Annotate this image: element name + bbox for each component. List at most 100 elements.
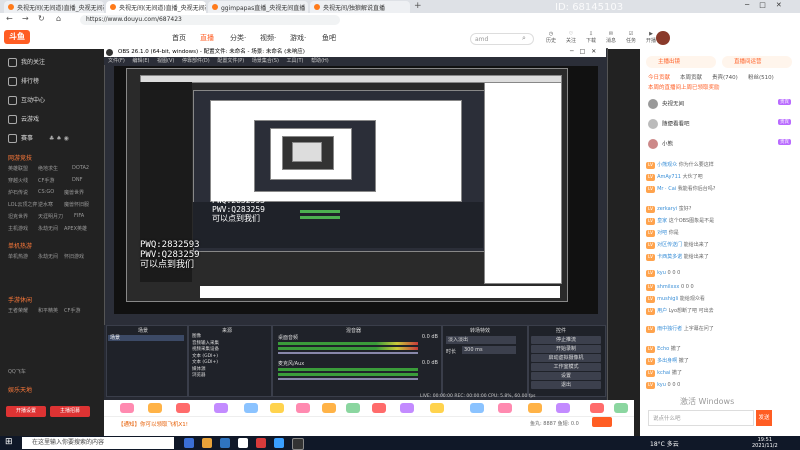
sidebar-game[interactable]: 绝地求生 xyxy=(38,165,58,172)
chat-user[interactable]: 雨中独行者 xyxy=(657,326,682,332)
tab-vip[interactable]: 贵宾(740) xyxy=(712,73,738,81)
tab-today-contrib[interactable]: 今日贡献 xyxy=(648,73,670,81)
store-icon[interactable] xyxy=(238,438,248,448)
sidebar-item-rank[interactable]: 排行榜 xyxy=(8,76,39,86)
sidebar-game[interactable]: FIFA xyxy=(74,213,84,219)
gift-icon[interactable] xyxy=(270,403,284,413)
rank-row[interactable]: 本周的直播间上周已领取奖励 xyxy=(648,83,793,99)
gift-icon[interactable] xyxy=(372,403,386,413)
sidebar-game[interactable]: 永劫无间 xyxy=(38,225,58,232)
chat-user[interactable]: zerkaryi xyxy=(657,206,677,212)
file-explorer-icon[interactable] xyxy=(202,438,212,448)
scene-item[interactable]: 场景 xyxy=(108,335,184,341)
broadcast-settings-button[interactable]: 开播设置 xyxy=(6,406,46,417)
gift-icon[interactable] xyxy=(556,403,570,413)
nav-live[interactable]: 直播 xyxy=(200,33,214,43)
volume-slider[interactable] xyxy=(278,352,418,354)
edge-icon[interactable] xyxy=(220,438,230,448)
sidebar-game[interactable]: CF手游 xyxy=(38,177,54,184)
sidebar-game[interactable]: 王者荣耀 xyxy=(8,307,28,314)
chat-user[interactable]: mushigli xyxy=(657,296,678,302)
reload-icon[interactable]: ↻ xyxy=(38,14,45,23)
gift-icon[interactable] xyxy=(470,403,484,413)
sidebar-item-interact[interactable]: 互动中心 xyxy=(8,95,45,105)
obs-menu-file[interactable]: 文件(F) xyxy=(108,58,125,64)
rank-row[interactable]: 随便看看吧 贵宾 xyxy=(648,119,793,135)
nav-home[interactable]: 首页 xyxy=(172,33,186,43)
browser-tab[interactable]: 央视无间/独狼解说直播 xyxy=(310,1,410,13)
volume-slider[interactable] xyxy=(278,378,418,380)
sidebar-game[interactable]: QQ飞车 xyxy=(8,368,26,375)
gift-icon[interactable] xyxy=(498,403,512,413)
transition-select[interactable]: 淡入淡出 xyxy=(446,336,516,344)
new-tab-button[interactable]: + xyxy=(414,1,422,11)
exit-button[interactable]: 退出 xyxy=(531,381,601,389)
chat-user[interactable]: 小熊观众 xyxy=(657,162,677,168)
gift-icon[interactable] xyxy=(322,403,336,413)
home-icon[interactable]: ⌂ xyxy=(56,14,61,23)
virtual-camera-button[interactable]: 启动虚拟摄像机 xyxy=(531,354,601,362)
settings-button[interactable]: 设置 xyxy=(531,372,601,380)
sidebar-game[interactable]: DNF xyxy=(72,177,82,183)
sidebar-item-cloud[interactable]: 云游戏 xyxy=(8,114,39,124)
app-icon[interactable] xyxy=(256,438,266,448)
sidebar-game[interactable]: CS:GO xyxy=(38,189,54,195)
clock[interactable]: 19:51 2021/11/2 xyxy=(752,437,778,449)
chat-user[interactable]: 用户 xyxy=(657,308,667,314)
obs-menu-help[interactable]: 帮助(H) xyxy=(311,58,329,64)
chat-input[interactable]: 说点什么吧 xyxy=(648,410,754,426)
sidebar-game[interactable]: DOTA2 xyxy=(72,165,89,171)
chat-user[interactable]: kyu xyxy=(657,382,666,388)
gift-icon[interactable] xyxy=(614,403,628,413)
sidebar-game[interactable]: 主机游戏 xyxy=(8,225,28,232)
sidebar-game[interactable]: 魔兽怀旧服 xyxy=(64,201,89,208)
sidebar-game[interactable]: 天涯明月刀 xyxy=(38,213,63,220)
obs-menu-edit[interactable]: 编辑(E) xyxy=(132,58,149,64)
history-icon[interactable]: ◷ 历史 xyxy=(540,31,562,44)
obs-menu-profile[interactable]: 配置文件(P) xyxy=(217,58,244,64)
sidebar-game[interactable]: LOL云顶之弈 xyxy=(8,201,37,208)
sidebar-game[interactable]: 永劫无间 xyxy=(38,253,58,260)
gift-icon[interactable] xyxy=(214,403,228,413)
weather-status[interactable]: 18°C 多云 xyxy=(650,439,679,448)
sidebar-game[interactable]: 怀旧游戏 xyxy=(64,253,84,260)
url-input[interactable]: https://www.douyu.com/687423 xyxy=(80,15,340,25)
gift-icon[interactable] xyxy=(430,403,444,413)
sidebar-item-events[interactable]: 赛事 ♣ ♠ ◉ xyxy=(8,133,69,143)
notice-text[interactable]: 【通知】你可以领取飞机X1! xyxy=(118,420,188,428)
rank-row[interactable]: 央视无间 贵宾 xyxy=(648,99,793,115)
sidebar-item-follow[interactable]: 我的关注 xyxy=(8,57,45,67)
chat-user[interactable]: 对吧 xyxy=(657,230,667,236)
sidebar-game[interactable]: 单机热游 xyxy=(8,253,28,260)
obs-taskbar-icon[interactable] xyxy=(292,438,304,450)
obs-menu-scenes[interactable]: 场景集合(S) xyxy=(252,58,279,64)
gift-icon[interactable] xyxy=(148,403,162,413)
gift-icon[interactable] xyxy=(346,403,360,413)
search-icon[interactable]: ⌕ xyxy=(522,34,526,43)
gift-icon[interactable] xyxy=(528,403,542,413)
chat-user[interactable]: 皇家 xyxy=(657,218,667,224)
douyu-logo[interactable]: 斗鱼 xyxy=(4,30,30,44)
chat-user[interactable]: AmAy711 xyxy=(657,174,681,180)
forward-icon[interactable]: → xyxy=(22,14,29,23)
sidebar-game[interactable]: 魔兽世界 xyxy=(64,189,84,196)
chat-user[interactable]: kchai xyxy=(657,370,670,376)
avatar[interactable] xyxy=(656,31,670,45)
chat-user[interactable]: kyu xyxy=(657,270,666,276)
sidebar-game[interactable]: 英雄联盟 xyxy=(8,165,28,172)
obs-menu-tools[interactable]: 工具(T) xyxy=(287,58,304,64)
window-controls[interactable]: ─□✕ xyxy=(745,1,792,9)
sidebar-game[interactable]: APEX英雄 xyxy=(64,225,87,232)
recruit-button[interactable]: 主播招募 xyxy=(50,406,90,417)
nav-fishbar[interactable]: 鱼吧 xyxy=(322,33,336,43)
stop-stream-button[interactable]: 停止推流 xyxy=(531,336,601,344)
task-icon[interactable]: ☑ 任务 xyxy=(620,31,642,44)
chat-user[interactable]: Echo xyxy=(657,346,669,352)
gift-icon[interactable] xyxy=(244,403,258,413)
sidebar-game[interactable]: 坦克世界 xyxy=(8,213,28,220)
download-icon[interactable]: ⇩ 下载 xyxy=(580,31,602,44)
windows-start-icon[interactable]: ⊞ xyxy=(5,437,13,447)
source-item[interactable]: 视频采集设备 xyxy=(192,347,219,354)
chat-user[interactable]: 卡西莫多诺 xyxy=(657,254,682,260)
recharge-button[interactable] xyxy=(592,417,612,427)
